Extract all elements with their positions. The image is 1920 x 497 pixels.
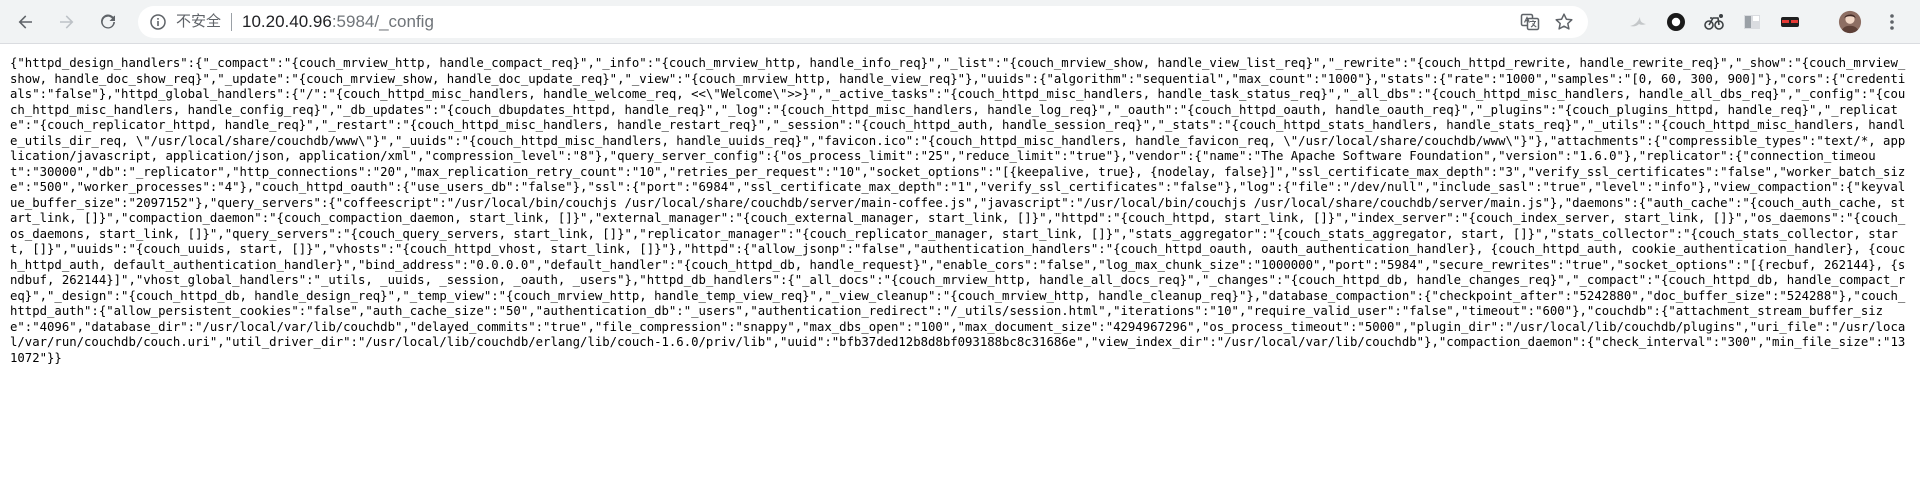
extension-grid-icon[interactable] <box>1740 10 1764 34</box>
extension-bird-icon[interactable] <box>1626 10 1650 34</box>
extension-mask-icon[interactable] <box>1778 10 1802 34</box>
reload-button[interactable] <box>92 6 124 38</box>
json-response-body: {"httpd_design_handlers":{"_compact":"{c… <box>10 56 1906 365</box>
forward-arrow-icon <box>60 15 74 29</box>
address-bar[interactable]: 不安全 10.20.40.96:5984/_config <box>138 6 1588 38</box>
url-path: :5984/_config <box>331 12 434 31</box>
extension-ring-icon[interactable] <box>1664 10 1688 34</box>
star-icon[interactable] <box>1552 10 1576 34</box>
profile-avatar[interactable] <box>1838 10 1862 34</box>
omnibox-divider <box>231 13 232 31</box>
forward-button[interactable] <box>50 6 82 38</box>
back-arrow-icon <box>18 15 32 29</box>
security-label[interactable]: 不安全 <box>176 6 221 38</box>
extension-bike-icon[interactable] <box>1702 10 1726 34</box>
reload-icon <box>101 14 115 29</box>
browser-toolbar: 不安全 10.20.40.96:5984/_config <box>0 0 1920 44</box>
info-icon[interactable] <box>150 14 166 30</box>
translate-icon[interactable] <box>1518 10 1542 34</box>
back-button[interactable] <box>10 6 42 38</box>
url-host: 10.20.40.96 <box>242 12 332 31</box>
chrome-menu-icon[interactable] <box>1880 10 1904 34</box>
url-text[interactable]: 10.20.40.96:5984/_config <box>242 6 434 38</box>
